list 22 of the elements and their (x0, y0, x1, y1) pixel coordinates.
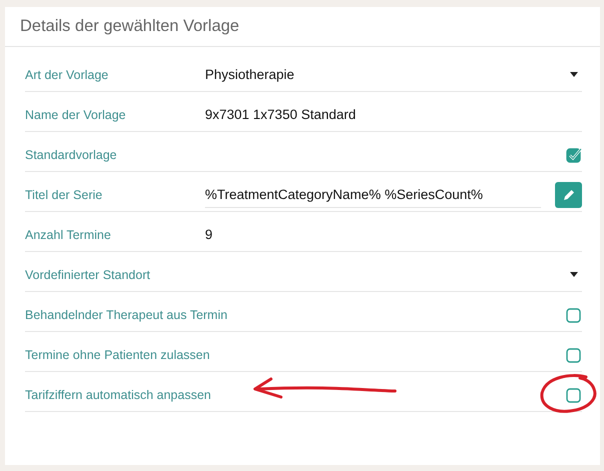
input-field[interactable]: 9 (205, 216, 582, 248)
checkbox[interactable] (566, 146, 582, 162)
field-label: Vordefinierter Standort (25, 266, 152, 282)
field-label: Name der Vorlage (25, 106, 127, 122)
caret-icon (570, 72, 578, 77)
checkbox[interactable] (566, 346, 582, 362)
checkbox[interactable] (566, 386, 582, 402)
pencil-icon (562, 188, 576, 202)
panel-title: Details der gewählten Vorlage (20, 17, 240, 36)
field-label: Standardvorlage (25, 146, 117, 162)
field-label: Anzahl Termine (25, 226, 112, 242)
input-field[interactable]: %TreatmentCategoryName% %SeriesCount% (205, 176, 541, 208)
field-label: Behandelnder Therapeut aus Termin (25, 306, 228, 322)
caret-icon (570, 272, 578, 277)
field-label: Termine ohne Patienten zulassen (25, 346, 210, 362)
input-field[interactable]: 9x7301 1x7350 Standard (205, 96, 582, 128)
edit-button[interactable] (555, 182, 582, 208)
dropdown[interactable]: Physiotherapie (205, 56, 582, 88)
field-label: Art der Vorlage (25, 66, 110, 82)
checkbox[interactable] (566, 306, 582, 322)
field-label: Tarifziffern automatisch anpassen (25, 386, 211, 402)
field-label: Titel der Serie (25, 186, 104, 202)
